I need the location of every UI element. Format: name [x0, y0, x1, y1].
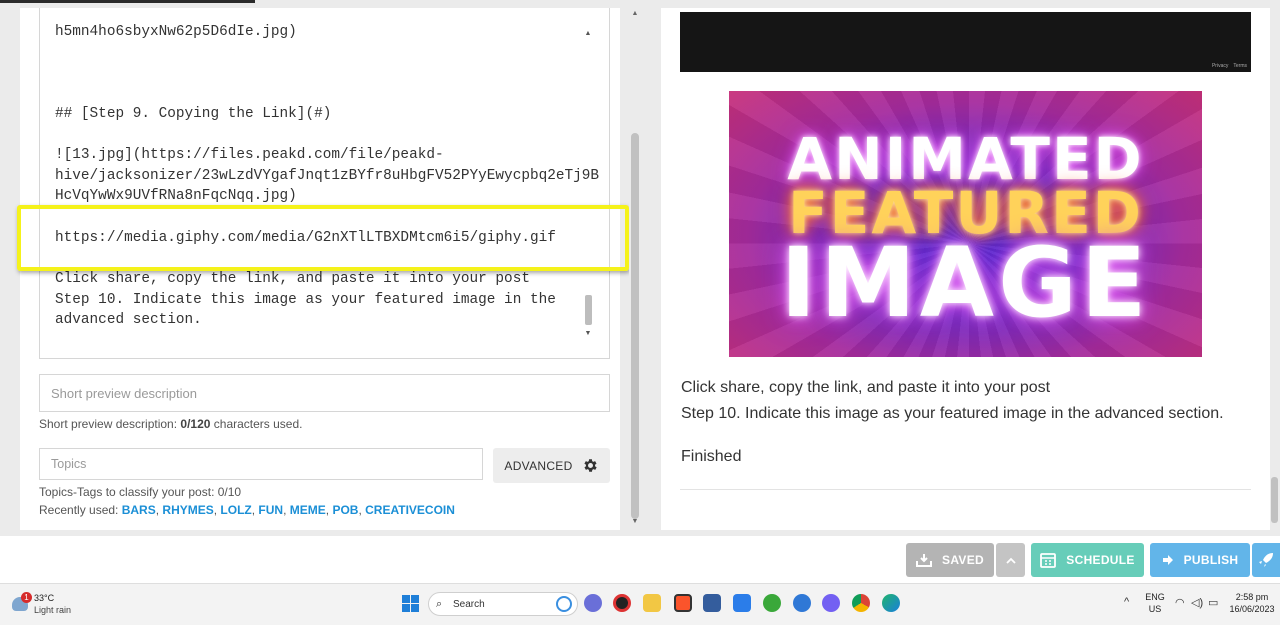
- editor-scroll-thumb[interactable]: [585, 295, 592, 325]
- preview-paragraph: Click share, copy the link, and paste it…: [681, 379, 1051, 396]
- search-label: Search: [453, 598, 485, 610]
- preview-scroll-thumb[interactable]: [1271, 477, 1278, 523]
- temperature: 33°C: [34, 593, 55, 603]
- taskbar-search[interactable]: ⌕ Search: [428, 592, 578, 616]
- notification-badge: 1: [21, 592, 32, 603]
- bitwarden-icon[interactable]: [793, 594, 811, 612]
- copilot-icon[interactable]: [556, 596, 572, 612]
- recent-tag[interactable]: POB: [332, 503, 358, 517]
- editor-content[interactable]: h5mn4ho6sbyxNw62p5D6dIe.jpg) ## [Step 9.…: [55, 8, 599, 328]
- scroll-down-icon[interactable]: ▼: [629, 518, 641, 525]
- chevron-up-icon[interactable]: ^: [1124, 596, 1129, 608]
- recent-tag[interactable]: LOLZ: [220, 503, 251, 517]
- chrome-icon[interactable]: [852, 594, 870, 612]
- image-text-line: IMAGE: [780, 227, 1151, 339]
- editor-line: hive/jacksonizer/23wLzdVYgafJnqt1zBYfr8u…: [55, 168, 600, 184]
- editor-line: HcVqYwWx9UVfRNa8nFqcNqq.jpg): [55, 188, 297, 204]
- action-bar: SAVED SCHEDULE PUBLISH: [0, 536, 1280, 583]
- top-progress-bar: [0, 0, 1280, 3]
- editor-line: advanced section.: [55, 312, 202, 328]
- preview-panel: Privacy Terms ANIMATED FEATURED IMAGE Cli…: [661, 8, 1270, 530]
- recent-tag[interactable]: FUN: [258, 503, 283, 517]
- terms-link[interactable]: Terms: [1233, 63, 1247, 69]
- scroll-up-icon[interactable]: ▲: [629, 10, 641, 17]
- rocket-button[interactable]: [1252, 543, 1280, 577]
- battery-icon[interactable]: ▭: [1208, 596, 1218, 609]
- featured-image-gif: ANIMATED FEATURED IMAGE: [729, 91, 1202, 357]
- rocket-icon: [1259, 553, 1273, 567]
- preview-paragraph: Step 10. Indicate this image as your fea…: [681, 405, 1224, 422]
- windows-start-icon[interactable]: [402, 595, 419, 612]
- weather-condition: Light rain: [34, 605, 72, 615]
- saved-button[interactable]: SAVED: [906, 543, 994, 577]
- chevron-up-icon: [1005, 557, 1016, 564]
- recent-tag[interactable]: RHYMES: [162, 503, 213, 517]
- advanced-label: ADVANCED: [504, 458, 573, 473]
- search-icon: ⌕: [436, 598, 443, 610]
- file-explorer-icon[interactable]: [643, 594, 661, 612]
- schedule-button[interactable]: SCHEDULE: [1031, 543, 1144, 577]
- language-indicator[interactable]: ENG US: [1144, 591, 1166, 615]
- short-description-input[interactable]: Short preview description: [39, 374, 610, 412]
- page-scrollbar[interactable]: ▲ ▼: [629, 8, 641, 530]
- todo-icon[interactable]: [733, 594, 751, 612]
- publish-button[interactable]: PUBLISH: [1150, 543, 1250, 577]
- recent-tag[interactable]: CREATIVECOIN: [365, 503, 455, 517]
- privacy-link[interactable]: Privacy: [1212, 63, 1228, 69]
- editor-scrollbar[interactable]: ▲ ▼: [583, 30, 593, 338]
- gear-icon: [584, 459, 597, 472]
- brave-browser-icon[interactable]: [674, 594, 692, 612]
- download-tray-icon: [916, 554, 933, 567]
- recent-tag[interactable]: MEME: [290, 503, 326, 517]
- editor-line: ## [Step 9. Copying the Link](#): [55, 106, 332, 122]
- saved-dropdown-button[interactable]: [996, 543, 1025, 577]
- recent-tag[interactable]: BARS: [122, 503, 156, 517]
- wifi-icon[interactable]: ◠: [1175, 596, 1185, 609]
- editor-line: Click share, copy the link, and paste it…: [55, 271, 530, 287]
- preview-paragraph: Finished: [681, 448, 742, 465]
- editor-line: Step 10. Indicate this image as your fea…: [55, 292, 556, 308]
- scroll-up-icon[interactable]: ▲: [583, 30, 593, 37]
- clock[interactable]: 2:58 pm 16/06/2023: [1226, 591, 1278, 615]
- record-icon[interactable]: [613, 594, 631, 612]
- app-icon[interactable]: [703, 594, 721, 612]
- saved-label: SAVED: [942, 553, 984, 567]
- divider: [680, 489, 1251, 490]
- scroll-down-icon[interactable]: ▼: [583, 330, 593, 337]
- editor-line: ![13.jpg](https://files.peakd.com/file/p…: [55, 147, 444, 163]
- advanced-button[interactable]: ADVANCED: [493, 448, 610, 483]
- calendar-icon: [1040, 553, 1057, 568]
- schedule-label: SCHEDULE: [1066, 553, 1135, 567]
- embedded-video[interactable]: Privacy Terms: [680, 12, 1251, 72]
- editor-line: h5mn4ho6sbyxNw62p5D6dIe.jpg): [55, 24, 297, 40]
- highlight-annotation-box: [17, 205, 629, 271]
- edge-icon[interactable]: [882, 594, 900, 612]
- weather-widget[interactable]: 1 33°C Light rain: [12, 591, 82, 619]
- topics-note: Topics-Tags to classify your post: 0/10: [39, 485, 242, 499]
- topics-input[interactable]: Topics: [39, 448, 483, 480]
- page-scroll-thumb[interactable]: [631, 133, 639, 519]
- volume-icon[interactable]: ◁): [1191, 596, 1203, 609]
- markdown-editor[interactable]: h5mn4ho6sbyxNw62p5D6dIe.jpg) ## [Step 9.…: [39, 8, 610, 359]
- viber-icon[interactable]: [822, 594, 840, 612]
- recently-used-tags: Recently used: BARS, RHYMES, LOLZ, FUN, …: [39, 503, 455, 517]
- publish-label: PUBLISH: [1183, 553, 1239, 567]
- teams-icon[interactable]: [584, 594, 602, 612]
- app-icon[interactable]: [763, 594, 781, 612]
- arrow-right-icon: [1162, 555, 1173, 565]
- short-description-note: Short preview description: 0/120 charact…: [39, 417, 303, 431]
- windows-taskbar: 1 33°C Light rain ⌕ Search ^ ENG US ◠ ◁)…: [0, 583, 1280, 625]
